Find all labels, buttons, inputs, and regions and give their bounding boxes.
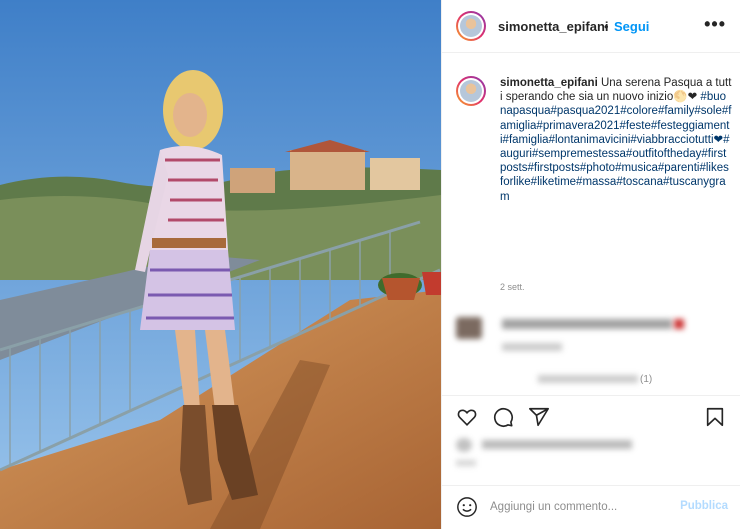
caption-avatar[interactable] (456, 76, 486, 106)
post-side-panel: simonetta_epifani • Segui ••• simonetta_… (441, 0, 740, 529)
post-caption: simonetta_epifani Una serena Pasqua a tu… (500, 76, 732, 204)
smiley-icon[interactable] (456, 496, 478, 518)
replies-count[interactable]: (1) (640, 374, 652, 385)
heart-icon[interactable] (456, 406, 478, 428)
blurred-likes (456, 438, 472, 452)
bookmark-icon[interactable] (704, 406, 726, 428)
separator-dot: • (604, 19, 609, 34)
blurred-date (456, 460, 476, 466)
avatar[interactable] (456, 11, 486, 41)
post-header: simonetta_epifani • Segui ••• (442, 0, 740, 53)
publish-button[interactable]: Pubblica (680, 500, 728, 512)
post-actions (442, 395, 740, 486)
caption-username[interactable]: simonetta_epifani (500, 77, 598, 89)
comments-list: (1) (442, 305, 740, 395)
more-options-icon[interactable]: ••• (704, 14, 726, 35)
comment-input[interactable] (490, 497, 670, 517)
blurred-comment-meta (502, 343, 562, 351)
blurred-comment-text (502, 319, 672, 329)
post-timestamp: 2 sett. (500, 282, 525, 292)
blurred-comment-avatar (456, 317, 482, 339)
caption-hashtags[interactable]: #buonapasqua#pasqua2021#colore#family#so… (500, 91, 731, 202)
post-photo[interactable] (0, 0, 441, 529)
blurred-comment-heart (674, 319, 684, 329)
paper-plane-icon[interactable] (528, 406, 550, 428)
username-link[interactable]: simonetta_epifani (498, 19, 609, 34)
blurred-likes-text (482, 440, 632, 449)
follow-button[interactable]: Segui (614, 19, 649, 34)
blurred-replies-label (538, 375, 638, 383)
comment-icon[interactable] (492, 406, 514, 428)
add-comment-bar: Pubblica (442, 485, 740, 530)
